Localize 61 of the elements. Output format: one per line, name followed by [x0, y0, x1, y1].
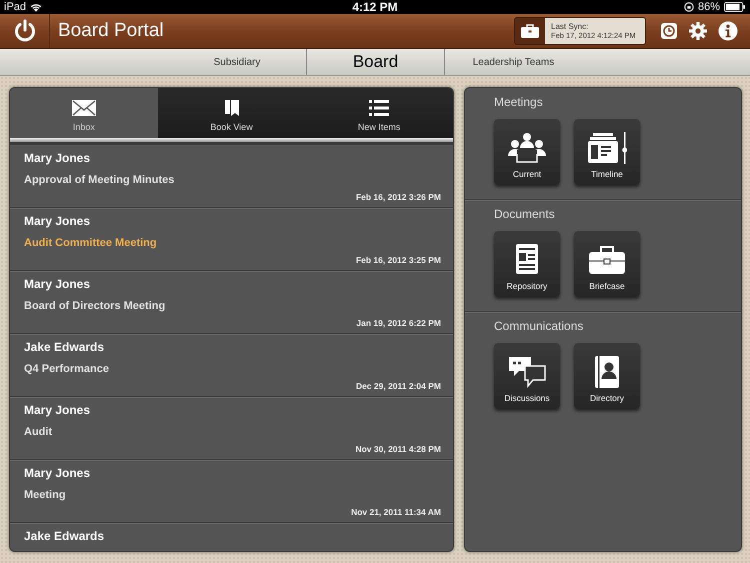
section-title: Communications — [494, 319, 584, 333]
message-subject: Audit — [24, 426, 54, 438]
scope-tab[interactable]: Leadership Teams — [444, 49, 582, 75]
briefcase-icon — [587, 244, 627, 276]
launcher-button[interactable]: Current — [494, 119, 560, 185]
chat-bubbles-icon — [507, 356, 547, 388]
message-sender: Jake Edwards — [24, 340, 106, 354]
message-row[interactable]: Jake Edwards — [10, 523, 453, 551]
clock-icon[interactable] — [660, 22, 678, 40]
message-date: Dec 29, 2011 2:04 PM — [356, 381, 441, 391]
status-time: 4:12 PM — [352, 0, 398, 14]
app-title: Board Portal — [58, 20, 164, 42]
message-date: Feb 16, 2012 3:25 PM — [356, 255, 441, 265]
meeting-icon — [507, 132, 547, 164]
section-title: Documents — [494, 207, 556, 221]
scope-tab[interactable]: Subsidiary — [168, 49, 306, 75]
carrier-name: iPad — [4, 1, 26, 13]
power-icon — [12, 19, 36, 43]
message-sender: Mary Jones — [24, 403, 92, 417]
message-subject: Meeting — [24, 489, 67, 501]
info-icon[interactable] — [718, 21, 738, 41]
message-subject: Q4 Performance — [24, 363, 110, 375]
message-date: Nov 30, 2011 4:28 PM — [355, 444, 441, 454]
message-subject: Approval of Meeting Minutes — [24, 174, 176, 186]
scope-tab[interactable]: Board — [306, 49, 444, 75]
envelope-icon — [72, 100, 96, 116]
message-row[interactable]: Mary Jones Audit Nov 30, 2011 4:28 PM — [10, 397, 453, 460]
wifi-icon — [30, 2, 42, 12]
launcher-button[interactable]: Discussions — [494, 343, 560, 409]
message-row[interactable]: Mary Jones Approval of Meeting Minutes Feb 16, 2012 3:26 PM — [10, 145, 453, 208]
sync-label: Last Sync: — [551, 22, 590, 31]
battery-percent: 86% — [698, 1, 720, 13]
launcher-button[interactable]: Repository — [494, 231, 560, 297]
view-tab[interactable]: New Items — [305, 88, 453, 138]
message-row[interactable]: Mary Jones Audit Committee Meeting Feb 16, 2012 3:25 PM — [10, 208, 453, 271]
battery-icon — [724, 2, 746, 12]
message-date: Nov 21, 2011 11:34 AM — [351, 507, 441, 517]
message-sender: Mary Jones — [24, 466, 92, 480]
message-sender: Mary Jones — [24, 277, 92, 291]
list-icon — [369, 100, 390, 116]
message-row[interactable]: Mary Jones Board of Directors Meeting Jan 19, 2012 6:22 PM — [10, 271, 453, 334]
message-date: Jan 19, 2012 6:22 PM — [356, 318, 441, 328]
message-subject: Audit Committee Meeting — [24, 237, 158, 249]
section-title: Meetings — [494, 95, 544, 109]
view-tab[interactable]: Inbox — [10, 88, 158, 138]
rotation-lock-icon — [684, 2, 694, 12]
book-icon — [224, 100, 238, 116]
message-sender: Jake Edwards — [24, 529, 106, 543]
briefcase-icon — [520, 23, 540, 39]
launcher-button[interactable]: Directory — [574, 343, 640, 409]
launcher-button[interactable]: Briefcase — [574, 231, 640, 297]
message-date: Feb 16, 2012 3:26 PM — [356, 192, 441, 202]
message-row[interactable]: Jake Edwards Q4 Performance Dec 29, 2011 2:04 PM — [10, 334, 453, 397]
view-tab[interactable]: Book View — [158, 88, 306, 138]
message-subject: Board of Directors Meeting — [24, 300, 166, 312]
launcher-button[interactable]: Timeline — [574, 119, 640, 185]
timeline-icon — [587, 132, 627, 164]
message-sender: Mary Jones — [24, 151, 92, 165]
message-row[interactable]: Mary Jones Meeting Nov 21, 2011 11:34 AM — [10, 460, 453, 523]
settings-icon[interactable] — [688, 21, 708, 41]
message-sender: Mary Jones — [24, 214, 92, 228]
